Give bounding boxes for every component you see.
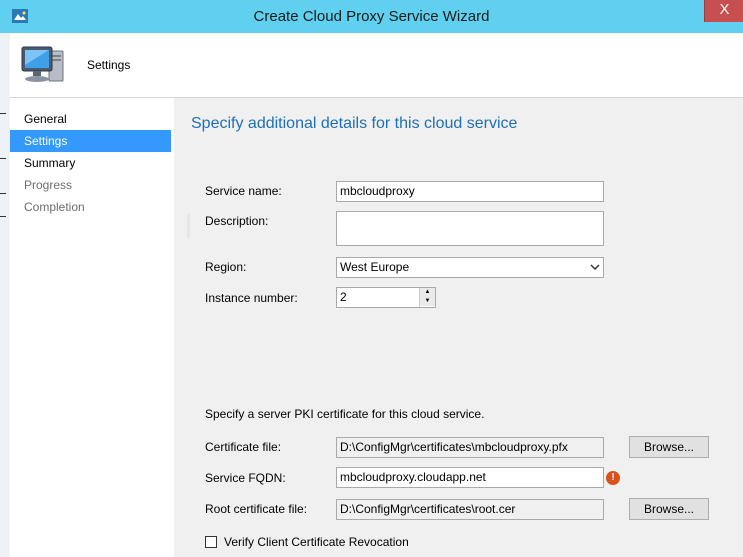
page-heading: Specify additional details for this clou… bbox=[191, 115, 518, 132]
nav-item-completion: Completion bbox=[24, 200, 85, 214]
wizard-nav: General Settings Summary Progress Comple… bbox=[10, 98, 174, 557]
verify-revocation-checkbox[interactable] bbox=[205, 536, 217, 548]
close-icon: X bbox=[719, 1, 730, 18]
certificate-file-field: D:\ConfigMgr\certificates\mbcloudproxy.p… bbox=[336, 437, 604, 458]
divider bbox=[187, 213, 190, 238]
instance-number-value: 2 bbox=[340, 290, 347, 304]
window-left-edge bbox=[0, 33, 10, 557]
instance-number-label: Instance number: bbox=[205, 291, 298, 305]
title-bar[interactable]: Create Cloud Proxy Service Wizard X bbox=[0, 0, 743, 33]
nav-item-progress: Progress bbox=[24, 178, 73, 192]
service-fqdn-input[interactable]: mbcloudproxy.cloudapp.net bbox=[336, 467, 604, 488]
service-name-label: Service name: bbox=[205, 184, 282, 198]
window-title: Create Cloud Proxy Service Wizard bbox=[253, 8, 490, 25]
description-input[interactable] bbox=[336, 211, 604, 246]
root-certificate-label: Root certificate file: bbox=[205, 502, 308, 516]
computer-monitor-icon bbox=[21, 46, 64, 82]
chevron-down-icon bbox=[590, 264, 600, 271]
settings-panel: Specify additional details for this clou… bbox=[174, 98, 743, 557]
warning-icon: ! bbox=[606, 471, 620, 485]
service-name-input[interactable]: mbcloudproxy bbox=[336, 181, 604, 202]
instance-number-stepper[interactable]: 2 ▲ ▼ bbox=[336, 287, 436, 308]
nav-item-general[interactable]: General bbox=[10, 108, 171, 130]
stepper-buttons: ▲ ▼ bbox=[419, 288, 435, 307]
region-label: Region: bbox=[205, 260, 247, 274]
wizard-header: Settings bbox=[10, 33, 743, 98]
stepper-down-icon[interactable]: ▼ bbox=[420, 297, 435, 306]
header-title: Settings bbox=[87, 58, 131, 72]
nav-item-summary[interactable]: Summary bbox=[10, 152, 171, 174]
verify-revocation-label[interactable]: Verify Client Certificate Revocation bbox=[224, 535, 409, 549]
pki-instructions: Specify a server PKI certificate for thi… bbox=[205, 407, 485, 421]
certificate-file-label: Certificate file: bbox=[205, 440, 282, 454]
root-certificate-field: D:\ConfigMgr\certificates\root.cer bbox=[336, 499, 604, 520]
nav-item-settings[interactable]: Settings bbox=[10, 130, 171, 152]
region-value: West Europe bbox=[340, 260, 410, 274]
certificate-browse-button[interactable]: Browse... bbox=[629, 436, 709, 458]
service-fqdn-label: Service FQDN: bbox=[205, 471, 286, 485]
description-label: Description: bbox=[205, 214, 269, 228]
region-select[interactable]: West Europe bbox=[336, 257, 604, 278]
close-button[interactable]: X bbox=[704, 0, 743, 22]
root-certificate-browse-button[interactable]: Browse... bbox=[629, 498, 709, 520]
